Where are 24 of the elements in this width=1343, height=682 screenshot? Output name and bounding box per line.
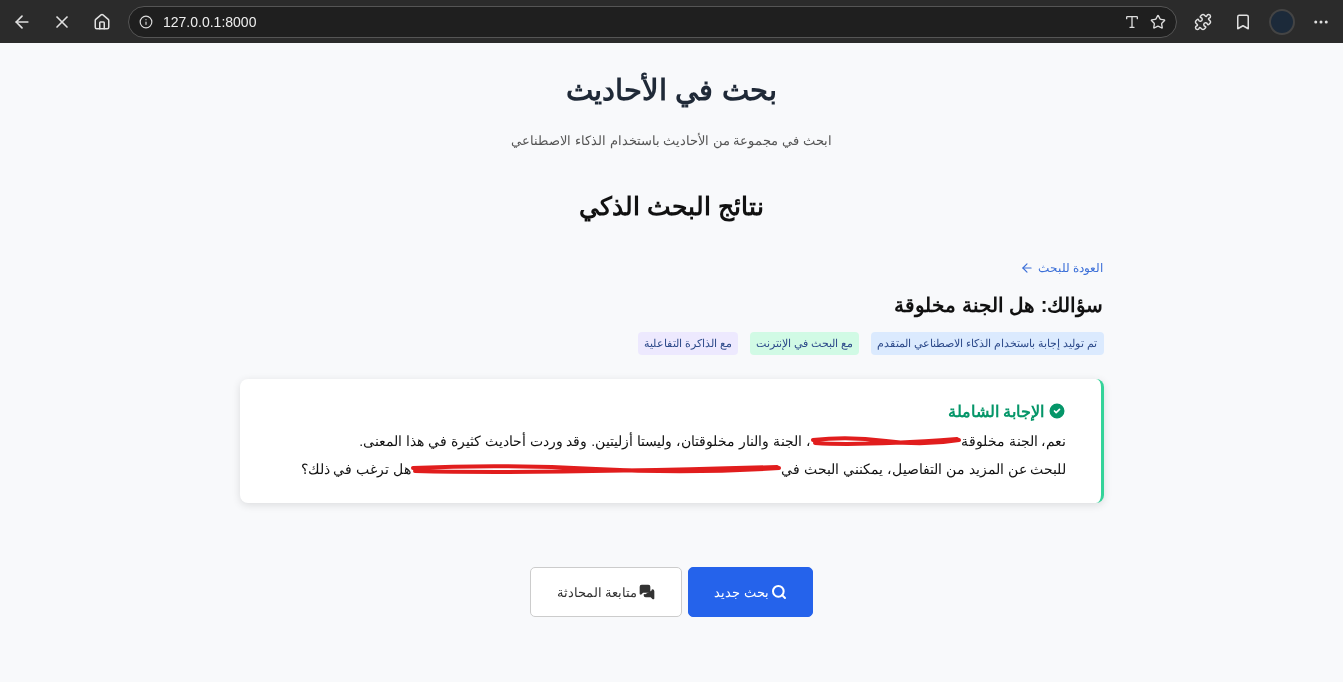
tag: تم توليد إجابة باستخدام الذكاء الاصطناعي المتقدم — [871, 332, 1104, 355]
chat-bubbles-icon — [639, 584, 656, 600]
answer-heading: الإجابة الشاملة — [948, 401, 1045, 421]
answer-text: هل ترغب في ذلك؟ — [300, 461, 412, 477]
tag: مع الذاكرة التفاعلية — [637, 332, 738, 355]
new-search-button[interactable]: بحث جديد — [688, 567, 813, 617]
check-icon — [1046, 401, 1067, 421]
read-aloud-icon[interactable] — [1124, 13, 1140, 30]
continue-chat-button[interactable]: متابعة المحادثة — [530, 567, 682, 617]
results-title: نتائج البحث الذكي — [579, 192, 764, 221]
page-subtitle: ابحث في مجموعة من الأحاديث باستخدام الذكاء الاصطناعي — [511, 133, 832, 148]
page-title: بحث في الأحاديث — [566, 73, 777, 107]
address-bar[interactable]: 127.0.0.1:8000 — [128, 5, 1177, 38]
question-heading: سؤالك: هل الجنة مخلوقة — [893, 293, 1104, 317]
url-text: 127.0.0.1:8000 — [163, 13, 258, 30]
star-icon[interactable] — [1150, 13, 1166, 30]
info-icon[interactable] — [139, 14, 153, 29]
answer-text: للبحث عن المزيد من التفاصيل، يمكنني البحث في — [781, 461, 1067, 477]
back-link[interactable]: العودة للبحث — [1020, 261, 1104, 275]
search-icon — [770, 584, 787, 600]
answer-text: ، الجنة والنار مخلوقتان، وليستا أزليتين. وقد وردت أحاديث كثيرة في هذا المعنى. — [359, 433, 811, 449]
answer-text: نعم، الجنة مخلوقة — [960, 433, 1067, 449]
tag: مع البحث في الإنترنت — [750, 332, 860, 355]
arrow-left-icon — [1020, 261, 1035, 275]
